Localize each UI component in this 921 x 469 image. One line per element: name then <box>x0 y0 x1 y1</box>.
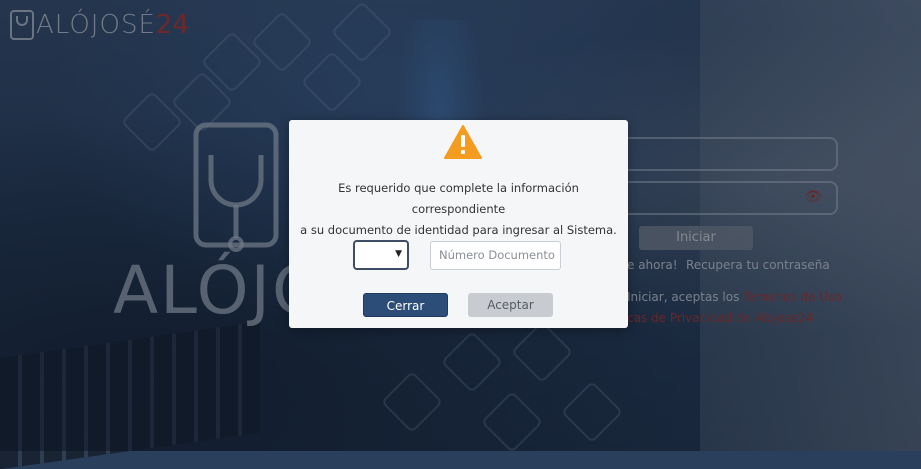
document-type-select[interactable]: ▼ <box>353 240 409 270</box>
document-modal: Es requerido que complete la información… <box>289 120 628 328</box>
modal-message-line1: Es requerido que complete la información… <box>338 181 579 216</box>
warning-triangle-icon <box>444 125 482 159</box>
modal-message: Es requerido que complete la información… <box>297 178 620 241</box>
document-number-input[interactable]: Número Documento <box>430 241 561 270</box>
accept-button[interactable]: Aceptar <box>468 293 553 317</box>
chevron-down-icon: ▼ <box>395 249 402 259</box>
modal-message-line2: a su documento de identidad para ingresa… <box>300 223 617 237</box>
close-button[interactable]: Cerrar <box>363 293 448 317</box>
